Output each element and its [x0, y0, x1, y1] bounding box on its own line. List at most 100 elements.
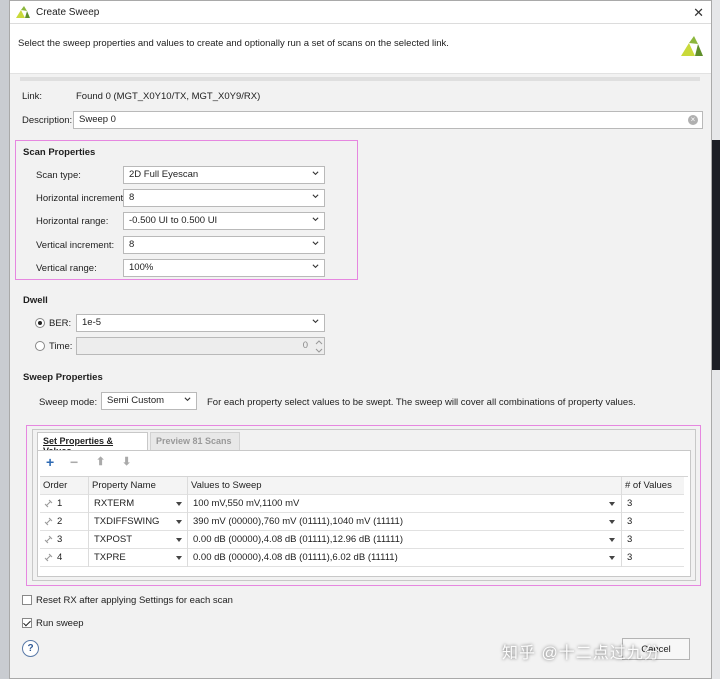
sweep-mode-label: Sweep mode:: [39, 397, 98, 408]
close-icon[interactable]: ✕: [693, 5, 704, 21]
row-order: 3: [57, 534, 63, 545]
scan-type-label: Scan type:: [36, 170, 81, 181]
vertical-range-label: Vertical range:: [36, 263, 97, 274]
run-sweep-checkbox[interactable]: [22, 618, 32, 628]
vertical-range-value: 100%: [129, 262, 154, 273]
dwell-title: Dwell: [23, 295, 48, 306]
values-dropdown-icon[interactable]: [609, 502, 615, 506]
column-divider: [621, 549, 622, 567]
ber-value: 1e-5: [82, 317, 102, 328]
property-dropdown-icon[interactable]: [176, 520, 182, 524]
table-row[interactable]: 3 TXPOST 0.00 dB (00000),4.08 dB (01111)…: [40, 531, 684, 549]
time-label: Time:: [49, 341, 73, 352]
header-values-to-sweep[interactable]: Values to Sweep: [191, 480, 262, 491]
vivado-logo-icon: [681, 36, 703, 56]
header-order[interactable]: Order: [43, 480, 67, 491]
drag-handle-icon[interactable]: [44, 499, 53, 508]
chevron-down-icon: [184, 397, 191, 402]
link-value: Found 0 (MGT_X0Y10/TX, MGT_X0Y9/RX): [76, 91, 261, 102]
column-divider: [187, 549, 188, 567]
description-label: Description:: [22, 115, 73, 126]
row-values: 0.00 dB (00000),4.08 dB (01111),12.96 dB…: [193, 534, 404, 545]
drag-handle-icon[interactable]: [44, 553, 53, 562]
column-divider: [187, 477, 188, 495]
chevron-down-icon: [312, 217, 319, 222]
time-value: 0: [302, 340, 308, 351]
scan-type-value: 2D Full Eyescan: [129, 169, 199, 180]
vertical-increment-select[interactable]: 8: [123, 236, 325, 254]
row-values: 100 mV,550 mV,1100 mV: [193, 498, 300, 509]
table-row[interactable]: 4 TXPRE 0.00 dB (00000),4.08 dB (01111),…: [40, 549, 684, 567]
sweep-mode-value: Semi Custom: [107, 395, 165, 406]
add-icon[interactable]: +: [46, 455, 54, 469]
reset-rx-checkbox[interactable]: [22, 595, 32, 605]
row-count: 3: [627, 534, 633, 545]
row-property-name: TXPOST: [94, 534, 133, 545]
spinner-arrows-icon[interactable]: [315, 339, 323, 354]
horizontal-range-select[interactable]: -0.500 UI to 0.500 UI: [123, 212, 325, 230]
chevron-down-icon: [312, 264, 319, 269]
description-value: Sweep 0: [79, 114, 116, 125]
row-count: 3: [627, 552, 633, 563]
sweep-properties-table: Order Property Name Values to Sweep # of…: [40, 476, 688, 567]
chevron-down-icon: [312, 171, 319, 176]
property-dropdown-icon[interactable]: [176, 538, 182, 542]
property-dropdown-icon[interactable]: [176, 556, 182, 560]
chevron-down-icon: [312, 194, 319, 199]
chevron-down-icon: [312, 319, 319, 324]
header-property-name[interactable]: Property Name: [92, 480, 156, 491]
drag-handle-icon[interactable]: [44, 517, 53, 526]
create-sweep-dialog: Create Sweep ✕ Select the sweep properti…: [9, 0, 712, 679]
column-divider: [187, 495, 188, 513]
help-button[interactable]: ?: [22, 640, 39, 657]
sweep-tabs: Set Properties & Values Preview 81 Scans…: [32, 429, 696, 581]
watermark-text: 知乎 @十二点过九分: [502, 645, 661, 662]
values-dropdown-icon[interactable]: [609, 538, 615, 542]
description-input[interactable]: Sweep 0 ×: [73, 111, 703, 129]
table-header: Order Property Name Values to Sweep # of…: [40, 477, 684, 495]
vertical-increment-value: 8: [129, 239, 135, 250]
tab-set-properties[interactable]: Set Properties & Values: [37, 432, 148, 456]
move-down-icon[interactable]: ⬇: [122, 456, 131, 468]
column-divider: [88, 513, 89, 531]
header-num-values[interactable]: # of Values: [625, 480, 672, 491]
column-divider: [88, 495, 89, 513]
horizontal-range-value: -0.500 UI to 0.500 UI: [129, 215, 218, 226]
scan-properties-title: Scan Properties: [23, 147, 96, 158]
dialog-title: Create Sweep: [36, 7, 100, 18]
sweep-mode-select[interactable]: Semi Custom: [101, 392, 197, 410]
vivado-logo-icon: [16, 6, 30, 18]
table-row[interactable]: 1 RXTERM 100 mV,550 mV,1100 mV 3: [40, 495, 684, 513]
ber-radio[interactable]: [35, 318, 45, 328]
row-property-name: TXPRE: [94, 552, 126, 563]
tab-preview-scans[interactable]: Preview 81 Scans: [150, 432, 240, 450]
ber-label: BER:: [49, 318, 72, 329]
horizontal-increment-label: Horizontal increment:: [36, 193, 126, 204]
horizontal-increment-value: 8: [129, 192, 135, 203]
move-up-icon[interactable]: ⬆: [96, 456, 105, 468]
values-dropdown-icon[interactable]: [609, 556, 615, 560]
property-dropdown-icon[interactable]: [176, 502, 182, 506]
row-values: 0.00 dB (00000),4.08 dB (01111),6.02 dB …: [193, 552, 398, 563]
ber-select[interactable]: 1e-5: [76, 314, 325, 332]
row-order: 2: [57, 516, 63, 527]
horizontal-range-label: Horizontal range:: [36, 216, 109, 227]
values-dropdown-icon[interactable]: [609, 520, 615, 524]
time-radio[interactable]: [35, 341, 45, 351]
table-row[interactable]: 2 TXDIFFSWING 390 mV (00000),760 mV (011…: [40, 513, 684, 531]
scan-type-select[interactable]: 2D Full Eyescan: [123, 166, 325, 184]
vertical-range-select[interactable]: 100%: [123, 259, 325, 277]
row-property-name: RXTERM: [94, 498, 135, 509]
chevron-down-icon: [312, 241, 319, 246]
horizontal-increment-select[interactable]: 8: [123, 189, 325, 207]
time-spinner[interactable]: 0: [76, 337, 325, 355]
column-divider: [621, 513, 622, 531]
column-divider: [621, 531, 622, 549]
drag-handle-icon[interactable]: [44, 535, 53, 544]
link-label: Link:: [22, 91, 43, 102]
remove-icon[interactable]: −: [70, 455, 78, 469]
sweep-properties-title: Sweep Properties: [23, 372, 103, 383]
header-banner: Select the sweep properties and values t…: [10, 24, 711, 74]
clear-icon[interactable]: ×: [688, 115, 698, 125]
column-divider: [88, 549, 89, 567]
